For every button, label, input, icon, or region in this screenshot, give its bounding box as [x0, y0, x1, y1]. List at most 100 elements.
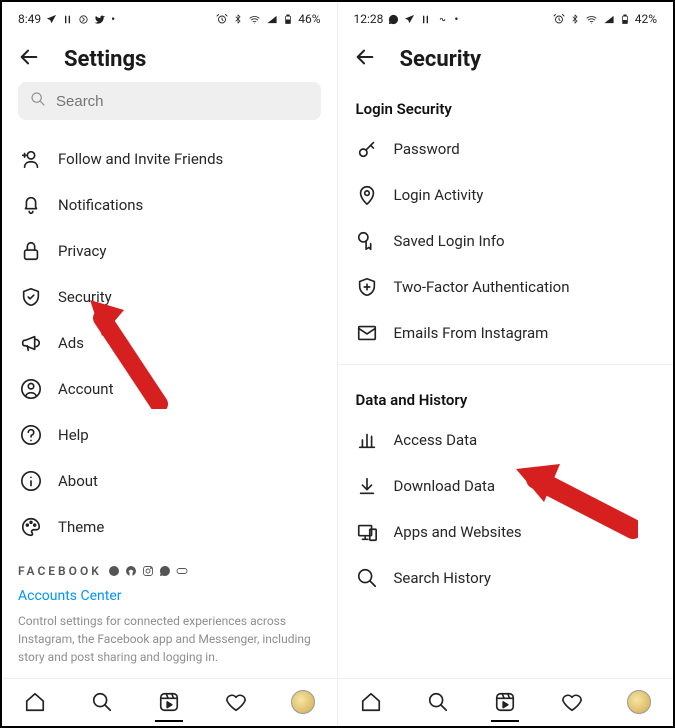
item-label: Account — [58, 380, 114, 398]
twitter-icon — [94, 14, 106, 25]
nav-reels-icon[interactable] — [493, 690, 517, 714]
status-battery-pct: 42% — [635, 12, 657, 26]
item-label: Theme — [58, 518, 104, 536]
mail-icon — [356, 322, 378, 344]
battery-icon — [620, 13, 630, 26]
download-icon — [356, 475, 378, 497]
nav-reels-icon[interactable] — [157, 690, 181, 714]
header: Settings — [2, 30, 337, 82]
item-label: Ads — [58, 334, 84, 352]
status-battery-pct: 46% — [298, 12, 320, 26]
back-icon[interactable] — [18, 46, 40, 72]
item-label: Saved Login Info — [394, 232, 505, 250]
theme-item[interactable]: Theme — [18, 504, 321, 550]
item-label: Security — [58, 288, 112, 306]
user-circle-icon — [20, 378, 42, 400]
whatsapp-icon — [388, 14, 399, 25]
notifications-item[interactable]: Notifications — [18, 182, 321, 228]
header: Security — [338, 30, 674, 82]
dot-icon: • — [454, 12, 458, 26]
megaphone-icon — [20, 332, 42, 354]
devices-icon — [356, 521, 378, 543]
emails-item[interactable]: Emails From Instagram — [354, 310, 658, 356]
search-input[interactable] — [18, 82, 321, 120]
accounts-center-desc: Control settings for connected experienc… — [18, 612, 321, 666]
signal-icon — [603, 14, 615, 25]
settings-screen: 8:49 • 46% Settings — [2, 2, 338, 726]
item-label: Privacy — [58, 242, 106, 260]
accounts-center-link[interactable]: Accounts Center — [18, 588, 321, 604]
bell-icon — [20, 194, 42, 216]
ads-item[interactable]: Ads — [18, 320, 321, 366]
item-label: Login Activity — [394, 186, 484, 204]
bluetooth-icon — [570, 13, 580, 25]
back-icon[interactable] — [354, 46, 376, 72]
item-label: Apps and Websites — [394, 523, 522, 541]
alarm-icon — [216, 13, 228, 25]
apps-websites-item[interactable]: Apps and Websites — [354, 509, 658, 555]
key-outline-icon — [356, 230, 378, 252]
search-history-item[interactable]: Search History — [354, 555, 658, 601]
section-login-security: Login Security — [354, 82, 658, 126]
pause-icon — [62, 14, 73, 25]
signal-icon — [266, 14, 278, 25]
account-item[interactable]: Account — [18, 366, 321, 412]
telegram-icon — [404, 14, 415, 25]
alarm-icon — [553, 13, 565, 25]
item-label: Two-Factor Authentication — [394, 278, 570, 296]
login-activity-item[interactable]: Login Activity — [354, 172, 658, 218]
facebook-block: FACEBOOK Accounts Center Control setting… — [18, 564, 321, 666]
nav-search-icon[interactable] — [426, 690, 450, 714]
nav-search-icon[interactable] — [90, 690, 114, 714]
nav-home-icon[interactable] — [359, 690, 383, 714]
key-icon — [356, 138, 378, 160]
nav-home-icon[interactable] — [23, 690, 47, 714]
status-bar: 12:28 • 42% — [338, 2, 674, 30]
dot-icon: • — [111, 12, 115, 26]
item-label: Download Data — [394, 477, 496, 495]
shield-check-icon — [20, 286, 42, 308]
telegram-icon — [46, 14, 57, 25]
status-bar: 8:49 • 46% — [2, 2, 337, 30]
item-label: Search History — [394, 569, 492, 587]
item-label: Notifications — [58, 196, 143, 214]
two-factor-item[interactable]: Two-Factor Authentication — [354, 264, 658, 310]
item-label: Help — [58, 426, 89, 444]
download-data-item[interactable]: Download Data — [354, 463, 658, 509]
facebook-brand: FACEBOOK — [18, 564, 102, 578]
item-label: About — [58, 472, 98, 490]
follow-invite-item[interactable]: Follow and Invite Friends — [18, 136, 321, 182]
wifi-icon — [585, 14, 598, 25]
nav-profile-avatar[interactable] — [627, 690, 651, 714]
item-label: Password — [394, 140, 460, 158]
nav-heart-icon[interactable] — [224, 690, 248, 714]
saved-login-item[interactable]: Saved Login Info — [354, 218, 658, 264]
status-time: 12:28 — [354, 12, 384, 26]
security-item[interactable]: Security — [18, 274, 321, 320]
info-icon — [20, 470, 42, 492]
chart-icon — [356, 429, 378, 451]
password-item[interactable]: Password — [354, 126, 658, 172]
bottom-nav — [2, 678, 337, 726]
page-title: Security — [400, 47, 482, 72]
access-data-item[interactable]: Access Data — [354, 417, 658, 463]
about-item[interactable]: About — [18, 458, 321, 504]
nav-heart-icon[interactable] — [560, 690, 584, 714]
infinity-icon — [436, 15, 449, 24]
palette-icon — [20, 516, 42, 538]
search-field[interactable] — [56, 93, 309, 110]
shield-plus-icon — [356, 276, 378, 298]
search-icon — [356, 567, 378, 589]
nav-profile-avatar[interactable] — [291, 690, 315, 714]
pause-icon — [420, 14, 431, 25]
bluetooth-icon — [233, 13, 243, 25]
lock-icon — [20, 240, 42, 262]
user-plus-icon — [20, 148, 42, 170]
item-label: Follow and Invite Friends — [58, 150, 223, 168]
privacy-item[interactable]: Privacy — [18, 228, 321, 274]
battery-icon — [283, 13, 293, 26]
security-screen: 12:28 • 42% Security Login Security — [338, 2, 674, 726]
help-item[interactable]: Help — [18, 412, 321, 458]
help-icon — [20, 424, 42, 446]
section-data-history: Data and History — [354, 373, 658, 417]
